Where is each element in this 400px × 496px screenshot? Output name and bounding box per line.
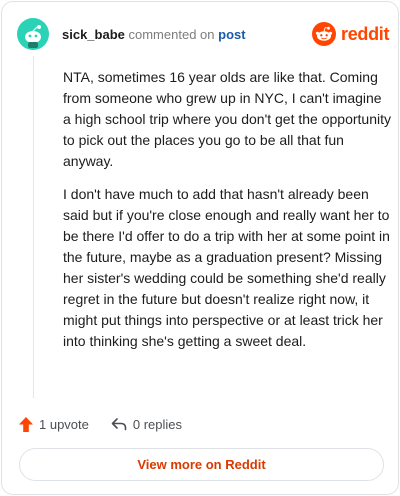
embedded-comment-card: sick_babe commented on post reddit NTA, …: [1, 1, 399, 495]
post-link[interactable]: post: [218, 27, 245, 42]
reddit-brand-link[interactable]: reddit: [312, 21, 390, 47]
view-more-on-reddit-button[interactable]: View more on Reddit: [19, 448, 384, 481]
comment-actions: 1 upvote 0 replies: [19, 414, 182, 434]
upvote-count: 1 upvote: [39, 416, 89, 432]
commented-on-text: commented on: [128, 27, 215, 42]
thread-line: [33, 56, 34, 398]
reddit-wordmark: reddit: [341, 23, 390, 44]
upvote-button[interactable]: 1 upvote: [19, 416, 89, 432]
reddit-snoo-avatar-icon[interactable]: [17, 18, 49, 50]
reddit-logo-icon: [312, 22, 336, 46]
replies-button[interactable]: 0 replies: [111, 417, 182, 432]
replies-count: 0 replies: [132, 416, 183, 432]
upvote-arrow-icon: [19, 416, 33, 432]
comment-paragraph: NTA, sometimes 16 year olds are like tha…: [63, 69, 391, 169]
username-link[interactable]: sick_babe: [62, 27, 125, 42]
comment-paragraph: I don't have much to add that hasn't alr…: [63, 186, 390, 349]
comment-body: NTA, sometimes 16 year olds are like tha…: [63, 67, 393, 364]
comment-header: sick_babe commented on post: [62, 27, 246, 43]
reply-arrow-icon: [111, 418, 127, 431]
